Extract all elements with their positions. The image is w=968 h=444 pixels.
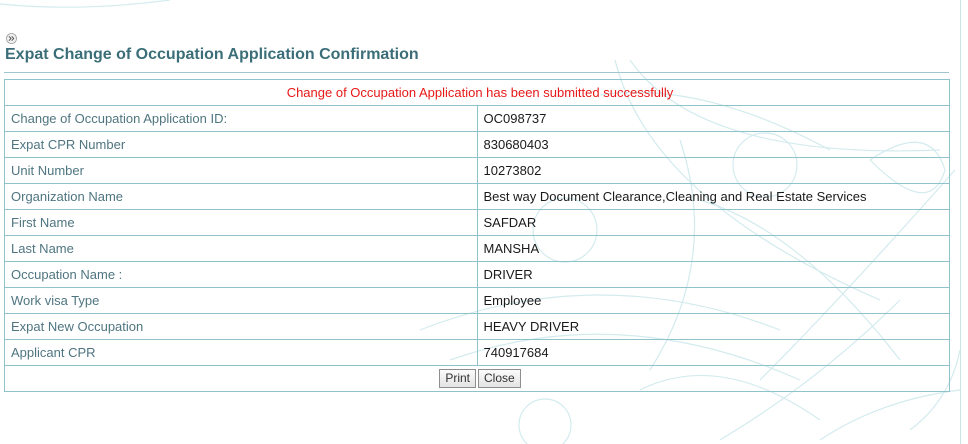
field-value: MANSHA: [476, 235, 950, 262]
field-value: Employee: [476, 287, 950, 314]
close-button[interactable]: Close: [478, 369, 521, 388]
detail-row: Unit Number 10273802: [4, 157, 950, 184]
title-divider: [4, 72, 949, 73]
button-row: Print Close: [4, 365, 950, 392]
field-value: DRIVER: [476, 261, 950, 288]
double-chevron-right-icon[interactable]: [6, 33, 17, 44]
detail-row: Applicant CPR 740917684: [4, 339, 950, 366]
print-button[interactable]: Print: [439, 369, 476, 388]
button-cell: Print Close: [4, 365, 950, 392]
detail-row: Expat CPR Number 830680403: [4, 131, 950, 158]
field-value: 740917684: [476, 339, 950, 366]
field-value: OC098737: [476, 105, 950, 132]
field-label: Expat CPR Number: [4, 131, 478, 158]
field-label: Last Name: [4, 235, 478, 262]
detail-row: First Name SAFDAR: [4, 209, 950, 236]
field-label: Occupation Name :: [4, 261, 478, 288]
detail-row: Change of Occupation Application ID: OC09…: [4, 105, 950, 132]
confirmation-table: Change of Occupation Application has bee…: [4, 79, 950, 392]
field-value: Best way Document Clearance,Cleaning and…: [476, 183, 950, 210]
detail-row: Occupation Name : DRIVER: [4, 261, 950, 288]
detail-row: Expat New Occupation HEAVY DRIVER: [4, 313, 950, 340]
field-label: Applicant CPR: [4, 339, 478, 366]
field-value: HEAVY DRIVER: [476, 313, 950, 340]
field-label: Work visa Type: [4, 287, 478, 314]
field-label: Unit Number: [4, 157, 478, 184]
detail-row: Last Name MANSHA: [4, 235, 950, 262]
message-row: Change of Occupation Application has bee…: [4, 79, 950, 106]
field-label: Change of Occupation Application ID:: [4, 105, 478, 132]
field-value: SAFDAR: [476, 209, 950, 236]
field-label: Expat New Occupation: [4, 313, 478, 340]
confirmation-page: Expat Change of Occupation Application C…: [0, 0, 968, 444]
success-message: Change of Occupation Application has bee…: [4, 79, 950, 106]
field-label: First Name: [4, 209, 478, 236]
detail-row: Organization Name Best way Document Clear…: [4, 183, 950, 210]
field-value: 830680403: [476, 131, 950, 158]
page-title: Expat Change of Occupation Application C…: [5, 46, 419, 63]
field-value: 10273802: [476, 157, 950, 184]
detail-row: Work visa Type Employee: [4, 287, 950, 314]
field-label: Organization Name: [4, 183, 478, 210]
